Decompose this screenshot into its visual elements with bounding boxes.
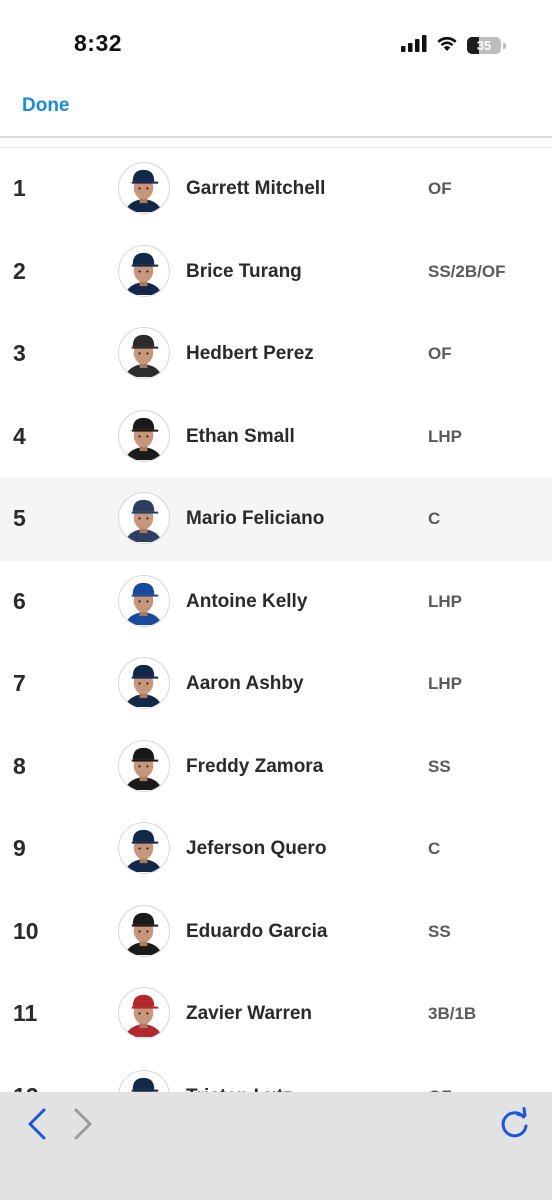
player-position: OF (428, 179, 452, 198)
player-avatar (118, 1069, 170, 1092)
forward-button[interactable] (70, 1106, 98, 1147)
player-rank: 9 (13, 835, 26, 861)
divider (0, 136, 552, 138)
player-name: Garrett Mitchell (186, 178, 326, 199)
player-avatar (118, 244, 170, 297)
chevron-left-icon (24, 1108, 52, 1146)
player-name: Hedbert Perez (186, 343, 314, 364)
player-name: Aaron Ashby (186, 673, 304, 694)
player-name: Freddy Zamora (186, 755, 324, 777)
player-rank: 2 (13, 257, 26, 284)
player-position: C (428, 509, 441, 528)
player-row[interactable]: 8 Freddy Zamora SS (0, 725, 552, 808)
player-row[interactable]: 7 Aaron Ashby LHP (0, 643, 552, 726)
player-row[interactable]: 9 Jeferson Quero C (0, 808, 552, 891)
player-position: LHP (428, 591, 462, 611)
status-bar: 8:32 35 (0, 0, 552, 88)
status-time: 8:32 (74, 30, 123, 56)
status-icons: 35 (401, 34, 506, 57)
cellular-signal-icon (401, 34, 427, 57)
nav-bar: Done (0, 88, 552, 138)
player-position: SS (428, 921, 451, 941)
player-rank: 12 (13, 1083, 39, 1093)
player-avatar (118, 574, 170, 627)
chevron-right-icon (70, 1108, 98, 1146)
reload-icon (498, 1107, 532, 1146)
player-avatar (118, 904, 170, 957)
wifi-icon (435, 34, 459, 57)
player-position: 3B/1B (428, 1004, 477, 1023)
battery-percentage: 35 (476, 38, 492, 53)
player-position: C (428, 839, 441, 858)
player-avatar (118, 987, 170, 1039)
player-avatar (118, 327, 170, 379)
player-position: OF (428, 344, 452, 363)
player-rank: 4 (13, 422, 26, 449)
player-avatar (118, 409, 170, 462)
player-row[interactable]: 5 Mario Feliciano C (0, 478, 552, 561)
player-row[interactable]: 3 Hedbert Perez OF (0, 313, 552, 396)
player-name: Ethan Small (186, 425, 295, 447)
player-avatar (118, 657, 170, 709)
player-rank: 7 (13, 670, 26, 696)
battery-tip (503, 42, 506, 49)
done-button[interactable]: Done (22, 95, 70, 117)
player-name: Zavier Warren (186, 1003, 313, 1024)
player-name: Jeferson Quero (186, 838, 327, 859)
player-row[interactable]: 1 Garrett Mitchell OF (0, 148, 552, 231)
player-avatar (118, 492, 170, 544)
player-row[interactable]: 10 Eduardo Garcia SS (0, 890, 552, 973)
player-avatar (118, 162, 170, 214)
player-rank: 3 (13, 340, 26, 366)
player-rank: 8 (13, 752, 26, 779)
player-row[interactable]: 6 Antoine Kelly LHP (0, 560, 552, 643)
battery-icon: 35 (467, 37, 501, 54)
player-name: Brice Turang (186, 260, 302, 282)
player-position: SS/2B/OF (428, 261, 506, 281)
player-name: Eduardo Garcia (186, 920, 328, 942)
player-row[interactable]: 11 Zavier Warren 3B/1B (0, 973, 552, 1056)
player-rank: 1 (13, 175, 26, 201)
player-row[interactable]: 4 Ethan Small LHP (0, 395, 552, 478)
browser-toolbar (0, 1092, 552, 1200)
player-position: SS (428, 756, 451, 776)
player-row[interactable]: 12Tristen LutzOF (0, 1055, 552, 1093)
back-button[interactable] (24, 1106, 52, 1147)
player-avatar (118, 822, 170, 874)
player-avatar (118, 739, 170, 792)
player-position: LHP (428, 426, 462, 446)
player-rank: 6 (13, 587, 26, 614)
player-rank: 10 (13, 917, 39, 944)
player-position: LHP (428, 674, 462, 693)
player-rank: 5 (13, 505, 26, 531)
player-row[interactable]: 2 Brice Turang SS/2B/OF (0, 230, 552, 313)
prospect-list[interactable]: 1 Garrett Mitchell OF 2 Brice Turang SS/2B/OF… (0, 148, 552, 1092)
reload-button[interactable] (498, 1106, 532, 1147)
player-name: Mario Feliciano (186, 508, 325, 529)
player-name: Antoine Kelly (186, 590, 308, 612)
player-rank: 11 (13, 1000, 38, 1026)
